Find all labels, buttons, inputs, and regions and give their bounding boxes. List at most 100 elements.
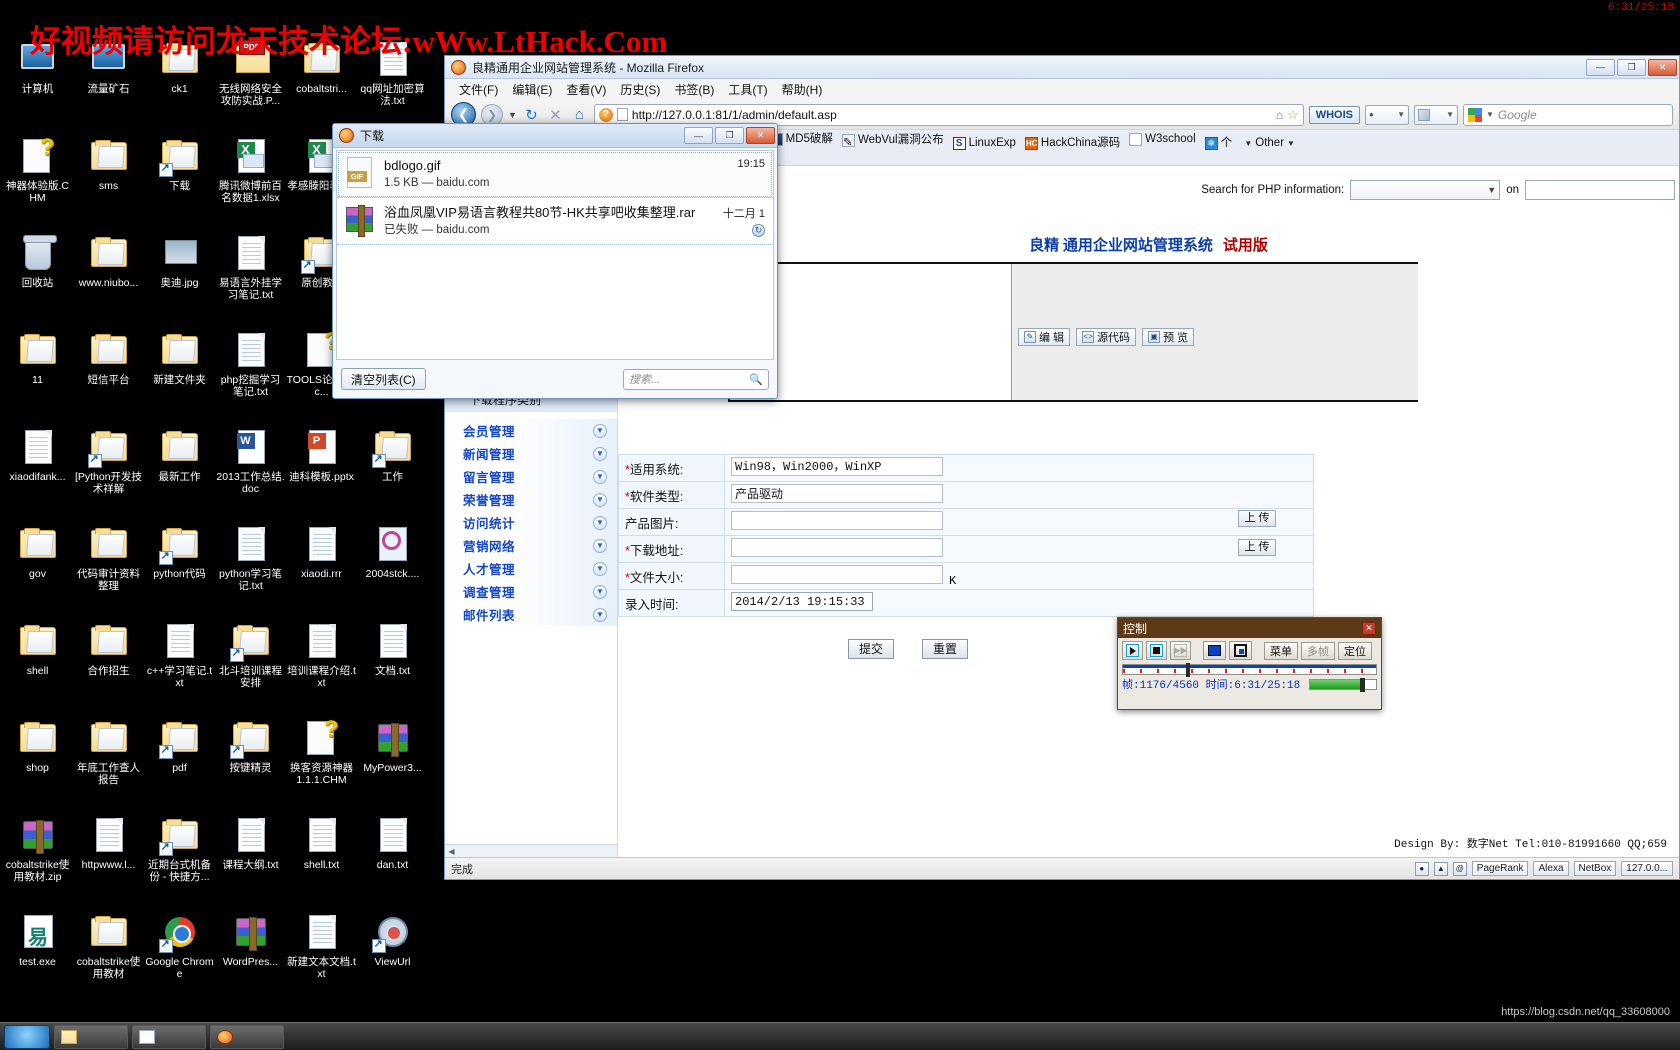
form-input[interactable] [731, 538, 943, 557]
downloads-window[interactable]: 下载 — ❐ ✕ bdlogo.gif 1.5 KB — baidu.com 1… [332, 123, 778, 399]
control-panel-close-button[interactable]: ✕ [1362, 622, 1376, 635]
desktop-icon[interactable]: 新建文本文档.txt [286, 907, 357, 1004]
desktop-icon[interactable]: 易语言外挂学习笔记.txt [215, 228, 286, 325]
desktop-icon[interactable]: 最新工作 [144, 422, 215, 519]
control-panel-titlebar[interactable]: 控制 ✕ [1118, 618, 1381, 638]
status-icon-2[interactable]: ▲ [1434, 862, 1448, 876]
status-ip[interactable]: 127.0.0... [1621, 861, 1673, 876]
firefox-menubar[interactable]: 文件(F) 编辑(E) 查看(V) 历史(S) 书签(B) 工具(T) 帮助(H… [445, 79, 1679, 100]
chevron-down-icon[interactable]: ▼ [508, 110, 517, 120]
desktop-icon[interactable]: 迪科模板.pptx [286, 422, 357, 519]
form-input[interactable] [731, 565, 943, 584]
desktop-icon[interactable]: 神器体验版.CHM [2, 131, 73, 228]
bookmark-item[interactable]: MD5破解 [770, 131, 833, 148]
form-input[interactable]: 2014/2/13 19:15:33 [731, 592, 873, 611]
form-input[interactable]: 产品驱动 [731, 484, 943, 503]
desktop-icon[interactable]: python代码 [144, 519, 215, 616]
video-control-panel[interactable]: 控制 ✕ ▶▶ 菜单 多帧 定位 帧:1176/4560 时间:6:31/25:… [1117, 617, 1382, 710]
desktop-icon[interactable]: 文档.txt [357, 616, 428, 713]
bookmark-item[interactable]: SLinuxExp [953, 135, 1016, 152]
desktop-icon[interactable]: MyPower3... [357, 713, 428, 810]
taskbar-item-explorer[interactable] [54, 1025, 128, 1049]
menu-help[interactable]: 帮助(H) [782, 81, 823, 98]
chevron-down-icon[interactable]: ▼ [593, 424, 607, 438]
menu-file[interactable]: 文件(F) [459, 81, 498, 98]
retry-icon[interactable]: ↻ [752, 224, 765, 237]
magnifier-icon[interactable]: 🔍 [749, 373, 763, 386]
bookmarks-other-folder[interactable]: ▼ Other ▼ [1244, 135, 1295, 152]
chevron-down-icon[interactable]: ▼ [593, 608, 607, 622]
sidebar-item-7[interactable]: 留言管理▼ [445, 465, 617, 488]
menu-history[interactable]: 历史(S) [620, 81, 660, 98]
desktop-icon[interactable]: cobaltstrike使用教材.zip [2, 810, 73, 907]
desktop-icon[interactable]: shell.txt [286, 810, 357, 907]
desktop-icon[interactable]: 代码审计资料整理 [73, 519, 144, 616]
php-search-bar[interactable]: Search for PHP information: ▼ on [1201, 180, 1675, 200]
bookmark-item[interactable]: HCHackChina源码 [1025, 135, 1120, 152]
desktop-icon[interactable]: sms [73, 131, 144, 228]
bookmark-star-icon[interactable]: ☆ [1287, 107, 1299, 123]
desktop-icon[interactable]: 课程大纲.txt [215, 810, 286, 907]
status-alexa[interactable]: Alexa [1533, 861, 1568, 876]
editor-source-button[interactable]: <>源代码 [1076, 328, 1136, 346]
fast-forward-button[interactable]: ▶▶ [1170, 641, 1191, 660]
status-pagerank[interactable]: PageRank [1472, 861, 1529, 876]
downloads-search-input[interactable]: 搜索... [629, 371, 749, 387]
sidebar-item-11[interactable]: 人才管理▼ [445, 557, 617, 580]
editor-mode-buttons[interactable]: ✎编 辑 <>源代码 ▣预 览 [1018, 328, 1194, 346]
desktop-icon[interactable]: xiaodifank... [2, 422, 73, 519]
desktop-icon[interactable]: 北斗培训课程安排 [215, 616, 286, 713]
chevron-down-icon[interactable]: ▼ [593, 447, 607, 461]
upload-button-1[interactable]: 上 传 [1238, 510, 1276, 527]
reload-icon[interactable]: ↻ [522, 105, 541, 124]
taskbar[interactable] [0, 1022, 1680, 1050]
downloads-titlebar[interactable]: 下载 — ❐ ✕ [333, 124, 777, 148]
form-input[interactable] [731, 511, 943, 530]
download-item[interactable]: 浴血凤凰VIP易语言教程共80节-HK共享吧收集整理.rar 已失败 — bai… [337, 198, 773, 245]
form-actions[interactable]: 提交 重置 [848, 639, 968, 659]
firefox-maximize-button[interactable]: ❐ [1617, 59, 1646, 76]
desktop-icon[interactable]: 新建文件夹 [144, 325, 215, 422]
downloads-footer[interactable]: 清空列表(C) 搜索... 🔍 [333, 360, 777, 398]
pan-button[interactable] [1203, 641, 1226, 660]
status-icon-1[interactable]: ● [1415, 862, 1429, 876]
desktop-icon[interactable]: cobaltstrike使用教材 [73, 907, 144, 1004]
desktop-icon[interactable]: shell [2, 616, 73, 713]
desktop-icon[interactable]: WordPres... [215, 907, 286, 1004]
desktop-icon[interactable]: 换客资源神器1.1.1.CHM [286, 713, 357, 810]
download-item[interactable]: bdlogo.gif 1.5 KB — baidu.com 19:15 [337, 151, 773, 198]
desktop-icon[interactable]: python学习笔记.txt [215, 519, 286, 616]
bookmark-item[interactable]: ✎WebVul漏洞公布 [842, 132, 944, 149]
desktop-icon[interactable]: 下载 [144, 131, 215, 228]
home-small-icon[interactable]: ⌂ [1276, 108, 1283, 122]
form-input[interactable]: Win98，Win2000，WinXP [731, 457, 943, 476]
desktop-icon[interactable]: dan.txt [357, 810, 428, 907]
chevron-down-icon[interactable]: ▼ [593, 585, 607, 599]
search-box[interactable]: ▼ Google [1463, 104, 1673, 126]
desktop-icon[interactable]: www.niubo... [73, 228, 144, 325]
desktop-icon[interactable]: php挖掘学习笔记.txt [215, 325, 286, 422]
sidebar-item-10[interactable]: 营销网络▼ [445, 534, 617, 557]
search-input[interactable]: Google [1498, 108, 1537, 122]
desktop-icon[interactable]: ViewUrl [357, 907, 428, 1004]
desktop-icon[interactable]: 按键精灵 [215, 713, 286, 810]
desktop-icon[interactable]: 腾讯微博前百名数据1.xlsx [215, 131, 286, 228]
reset-button[interactable]: 重置 [922, 639, 968, 659]
sidebar-item-6[interactable]: 新闻管理▼ [445, 442, 617, 465]
desktop-icon[interactable]: 近期台式机备份 - 快捷方... [144, 810, 215, 907]
stop-icon[interactable]: ✕ [546, 105, 565, 124]
stop-button[interactable] [1146, 641, 1167, 660]
desktop-icon[interactable]: 年底工作查人报告 [73, 713, 144, 810]
desktop-icon[interactable]: 奥迪.jpg [144, 228, 215, 325]
desktop-icon[interactable]: gov [2, 519, 73, 616]
sidebar-scrollbar[interactable]: ◀ [445, 844, 618, 857]
desktop-icon[interactable]: 工作 [357, 422, 428, 519]
chevron-down-icon[interactable]: ▼ [593, 470, 607, 484]
desktop-icon[interactable]: pdf [144, 713, 215, 810]
desktop-icon[interactable]: 合作招生 [73, 616, 144, 713]
downloads-search-box[interactable]: 搜索... 🔍 [623, 369, 769, 390]
desktop-icon[interactable]: Google Chrome [144, 907, 215, 1004]
home-icon[interactable]: ⌂ [570, 105, 589, 124]
desktop-icon[interactable]: 短信平台 [73, 325, 144, 422]
taskbar-item-firefox[interactable] [210, 1025, 284, 1049]
